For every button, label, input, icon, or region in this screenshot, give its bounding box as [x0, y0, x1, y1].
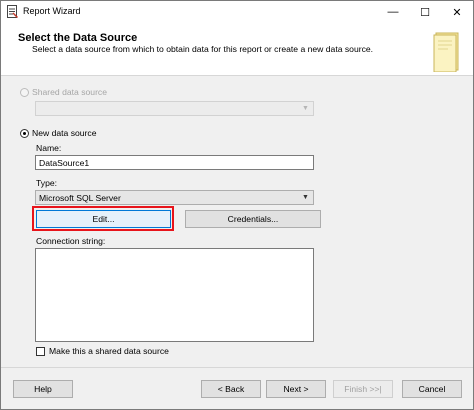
finish-button-label: Finish >>| — [344, 384, 382, 394]
name-field[interactable] — [35, 155, 314, 170]
finish-button[interactable]: Finish >>| — [333, 380, 393, 398]
footer-divider — [1, 367, 473, 368]
make-shared-checkbox[interactable] — [36, 347, 45, 356]
new-source-label: New data source — [32, 128, 97, 138]
next-button[interactable]: Next > — [266, 380, 326, 398]
report-wizard-window: Report Wizard — ☐ ✕ Select the Data Sour… — [0, 0, 474, 410]
name-label: Name: — [36, 143, 62, 153]
name-input[interactable] — [36, 156, 313, 169]
connection-string-field[interactable] — [35, 248, 314, 342]
credentials-button-label: Credentials... — [227, 214, 279, 224]
minimize-button[interactable]: — — [377, 1, 409, 23]
wizard-content: Shared data source ▼ New data source Nam… — [1, 77, 473, 367]
shared-source-dropdown[interactable]: ▼ — [35, 101, 314, 116]
back-button[interactable]: < Back — [201, 380, 261, 398]
minimize-icon: — — [387, 6, 399, 18]
shared-source-label: Shared data source — [32, 87, 108, 97]
cancel-button-label: Cancel — [418, 384, 446, 394]
wizard-header: Select the Data Source Select a data sou… — [1, 23, 473, 76]
page-subtitle: Select a data source from which to obtai… — [32, 44, 374, 54]
edit-button[interactable]: Edit... — [36, 210, 171, 228]
type-dropdown[interactable]: Microsoft SQL Server ▼ — [35, 190, 314, 205]
edit-button-label: Edit... — [92, 214, 115, 224]
close-icon: ✕ — [452, 6, 462, 19]
help-button[interactable]: Help — [13, 380, 73, 398]
help-button-label: Help — [34, 384, 52, 394]
data-source-icon — [433, 32, 459, 72]
shared-source-radio[interactable] — [20, 88, 29, 97]
make-shared-label: Make this a shared data source — [49, 346, 169, 356]
cancel-button[interactable]: Cancel — [402, 380, 462, 398]
window-title: Report Wizard — [23, 6, 81, 16]
close-button[interactable]: ✕ — [441, 1, 473, 23]
next-button-label: Next > — [283, 384, 309, 394]
back-button-label: < Back — [217, 384, 245, 394]
credentials-button[interactable]: Credentials... — [185, 210, 321, 228]
chevron-down-icon: ▼ — [302, 194, 309, 201]
chevron-down-icon: ▼ — [302, 105, 309, 112]
maximize-button[interactable]: ☐ — [409, 1, 441, 23]
report-wizard-icon — [7, 5, 18, 18]
connection-string-label: Connection string: — [36, 236, 106, 246]
maximize-icon: ☐ — [420, 6, 430, 19]
type-label: Type: — [36, 178, 58, 188]
page-title: Select the Data Source — [18, 32, 138, 44]
new-source-radio[interactable] — [20, 129, 29, 138]
title-bar: Report Wizard — ☐ ✕ — [1, 1, 473, 23]
type-value: Microsoft SQL Server — [39, 193, 121, 203]
